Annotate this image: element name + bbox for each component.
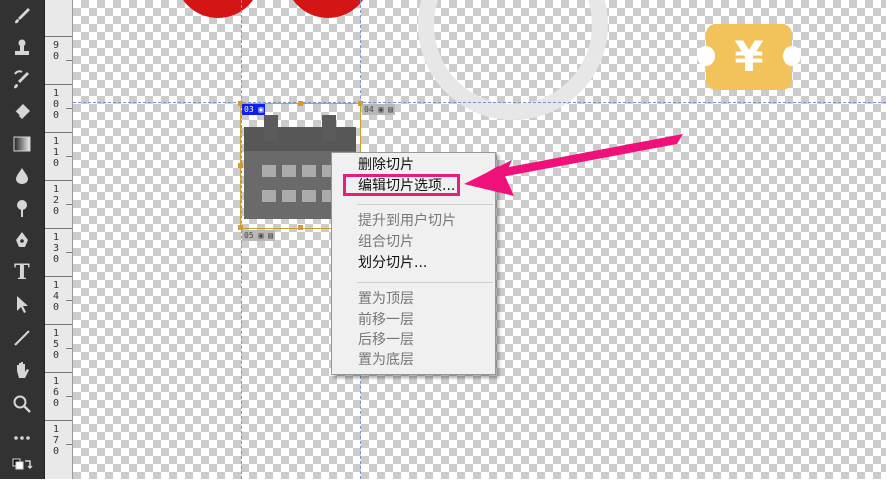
pointer-arrow bbox=[464, 134, 683, 196]
